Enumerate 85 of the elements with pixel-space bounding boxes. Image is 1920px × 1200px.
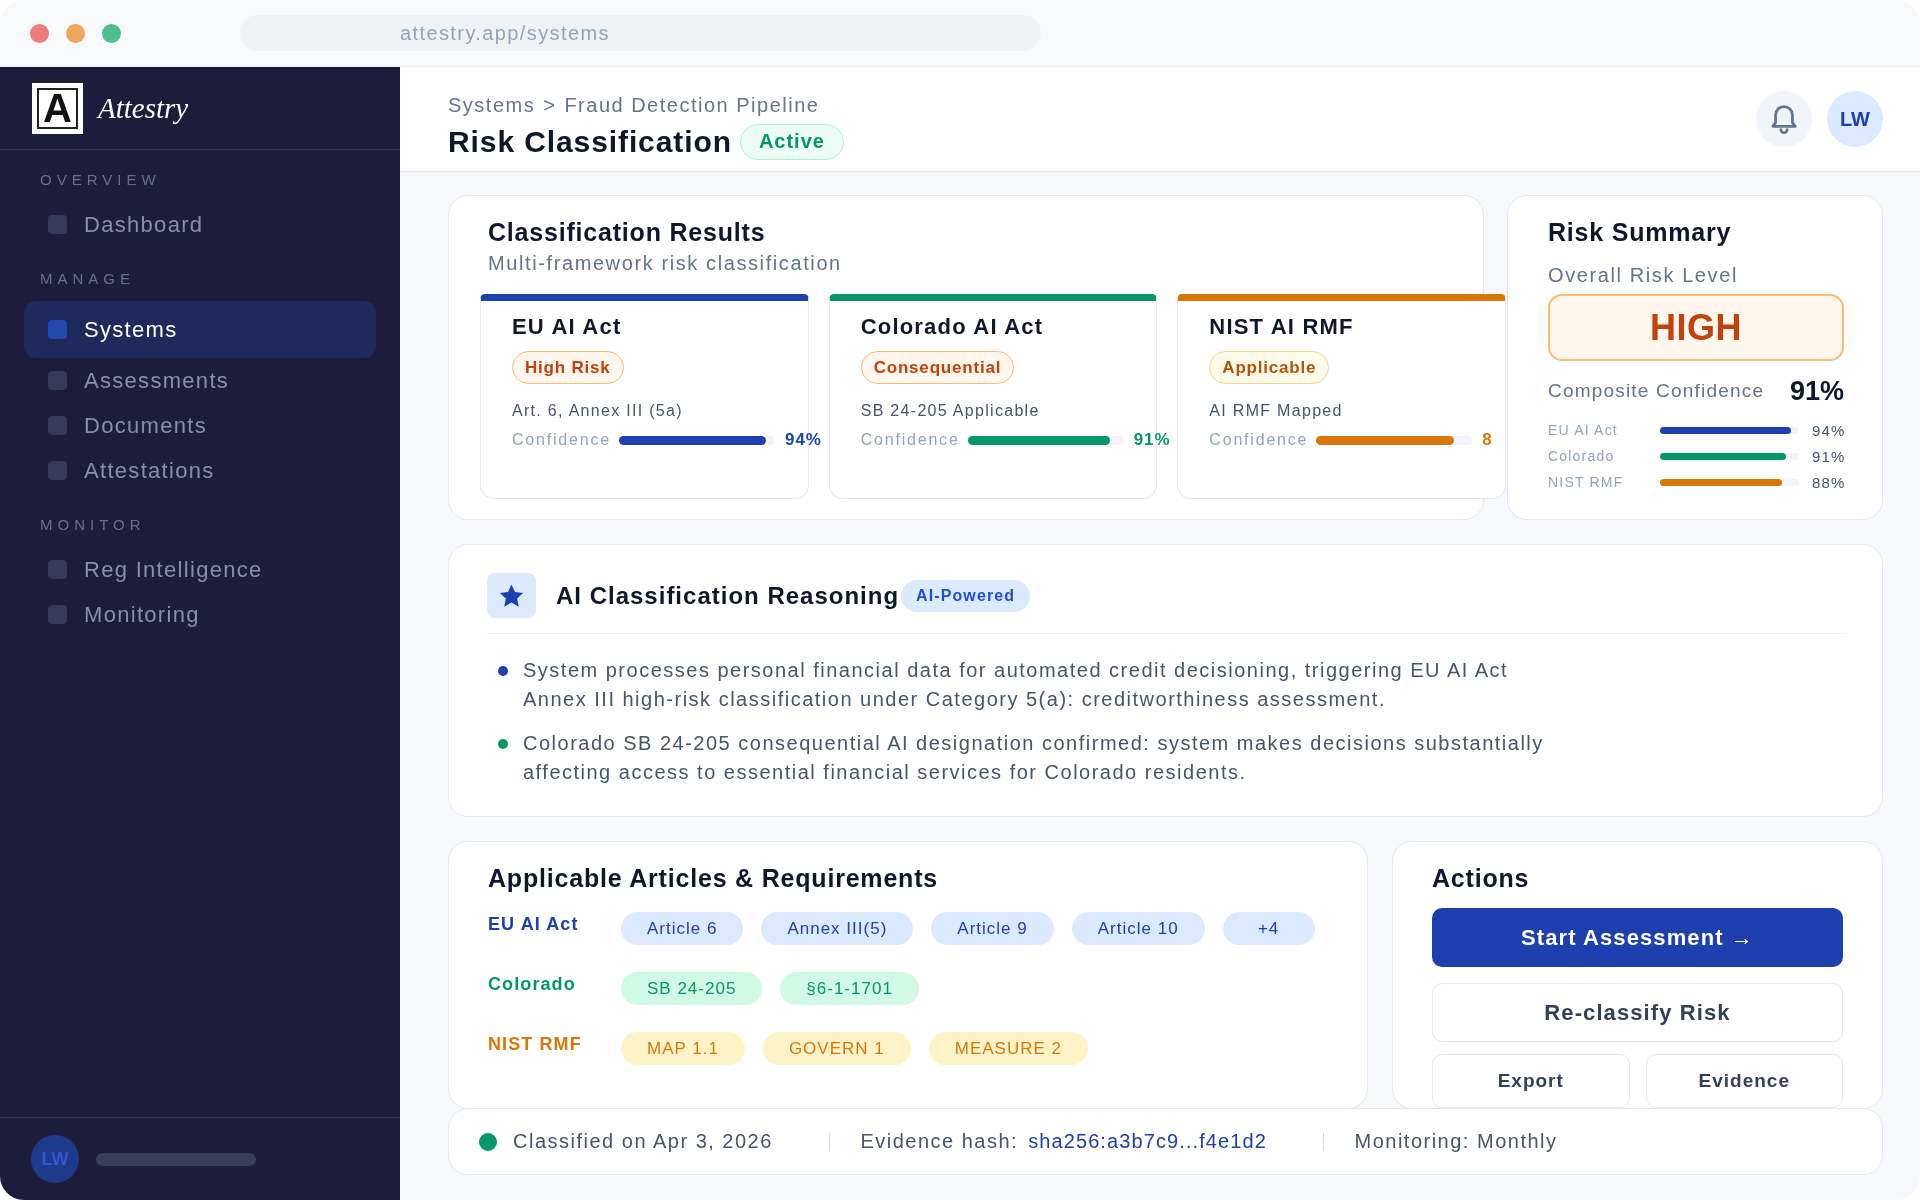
framework-label: EU AI Act — [1548, 422, 1619, 438]
monitoring-frequency: Monitoring: Monthly — [1354, 1130, 1558, 1153]
confidence-reading: 94% — [784, 430, 822, 450]
card-title: Applicable Articles & Requirements — [488, 863, 939, 893]
square-icon — [48, 320, 67, 339]
article-tag[interactable]: Article 10 — [1071, 912, 1205, 945]
confidence-reading: 91% — [1812, 447, 1846, 465]
user-avatar[interactable]: LW — [1827, 91, 1883, 147]
breadcrumb-current: Fraud Detection Pipeline — [564, 92, 820, 117]
section-label: OVERVIEW — [39, 170, 162, 190]
framework-label: NIST RMF — [1548, 474, 1625, 490]
notifications-button[interactable] — [1756, 91, 1812, 147]
article-tag[interactable]: MAP 1.1 — [621, 1032, 745, 1065]
card-subtitle: Multi-framework risk classification — [488, 251, 843, 276]
nav-item[interactable]: Dashboard — [24, 202, 376, 247]
action-button[interactable]: Evidence — [1645, 1054, 1843, 1108]
square-icon — [48, 461, 67, 480]
framework-name: EU AI Act — [512, 313, 622, 341]
framework-detail: SB 24-205 Applicable — [860, 401, 1040, 421]
breadcrumb-link[interactable]: Systems — [448, 92, 536, 117]
composite-label: Composite Confidence — [1548, 380, 1765, 402]
section-label: MONITOR — [39, 515, 147, 535]
confidence-label: Confidence — [860, 431, 960, 449]
framework-detail: Art. 6, Annex III (5a) — [512, 401, 683, 421]
minimize-button[interactable] — [66, 23, 85, 43]
nav-item[interactable]: Reg Intelligence — [24, 547, 376, 592]
article-tag[interactable]: +4 — [1222, 912, 1315, 945]
page-title: Risk Classification — [448, 123, 732, 160]
start-assessment-button[interactable]: Start Assessment → — [1432, 908, 1843, 967]
framework-name: NIST AI RMF — [1209, 313, 1354, 341]
nav-item[interactable]: Documents — [24, 403, 376, 448]
risk-level-badge: HIGH — [1548, 294, 1844, 361]
status-badge: Active — [739, 123, 844, 160]
composite-value: 91% — [1789, 375, 1844, 407]
square-icon — [48, 416, 67, 435]
card-title: AI Classification Reasoning — [556, 580, 900, 611]
risk-badge: High Risk — [512, 351, 624, 384]
framework-label: EU AI Act — [488, 913, 580, 936]
article-tag[interactable]: Article 6 — [621, 912, 744, 945]
article-tag[interactable]: MEASURE 2 — [928, 1032, 1088, 1065]
square-icon — [48, 215, 67, 234]
article-tag[interactable]: Article 9 — [931, 912, 1054, 945]
hash-link[interactable]: sha256:a3b7c9...f4e1d2 — [1028, 1130, 1267, 1153]
action-button[interactable]: Export — [1432, 1054, 1630, 1108]
reclassify-button[interactable]: Re-classify Risk — [1432, 983, 1843, 1042]
risk-badge: Applicable — [1209, 351, 1330, 384]
article-tag[interactable]: SB 24-205 — [621, 972, 763, 1005]
hash-label: Evidence hash: — [860, 1130, 1019, 1153]
framework-detail: AI RMF Mapped — [1209, 401, 1343, 421]
ai-badge: AI-Powered — [901, 579, 1031, 612]
brand-name: Attestry — [98, 91, 189, 125]
confidence-reading: 88% — [1812, 473, 1846, 491]
overall-risk-label: Overall Risk Level — [1548, 263, 1739, 287]
square-icon — [48, 605, 67, 624]
logo-mark: A — [32, 82, 83, 134]
article-tag[interactable]: §6-1-1701 — [780, 972, 919, 1005]
close-button[interactable] — [30, 23, 49, 43]
reasoning-text: System processes personal financial data for automated credit decisioning, triggering EU AI Act Annex III high-risk classification under Category 5(a): creditworthiness assessment. — [523, 658, 1510, 712]
framework-label: NIST RMF — [488, 1033, 583, 1056]
confidence-label: Confidence — [1209, 431, 1309, 449]
square-icon — [48, 560, 67, 579]
maximize-button[interactable] — [102, 23, 121, 43]
confidence-reading: 94% — [1812, 421, 1846, 439]
confidence-label: Confidence — [512, 431, 611, 449]
confidence-reading: 8 — [1482, 430, 1493, 450]
article-tag[interactable]: GOVERN 1 — [762, 1032, 911, 1065]
square-icon — [48, 371, 67, 390]
section-label: MANAGE — [39, 269, 136, 289]
article-tag[interactable]: Annex III(5) — [761, 912, 914, 945]
bell-icon — [1771, 104, 1797, 134]
nav-item[interactable]: Attestations — [24, 448, 376, 493]
nav-item[interactable]: Monitoring — [24, 592, 376, 637]
framework-name: Colorado AI Act — [860, 313, 1044, 341]
card-title: Risk Summary — [1548, 217, 1733, 247]
card-title: Classification Results — [488, 217, 767, 247]
reasoning-text: Colorado SB 24-205 consequential AI designation confirmed: system makes decisions substantially affecting access to essential financial services for Colorado residents. — [523, 731, 1545, 785]
risk-badge: Consequential — [860, 351, 1015, 384]
breadcrumb-separator: > — [543, 92, 557, 117]
nav-item[interactable]: Systems — [24, 301, 376, 358]
classified-date: Classified on Apr 3, 2026 — [513, 1130, 773, 1153]
framework-label: Colorado — [1548, 448, 1616, 464]
nav-item[interactable]: Assessments — [24, 358, 376, 403]
card-title: Actions — [1432, 863, 1531, 893]
framework-label: Colorado — [488, 973, 577, 996]
confidence-reading: 91% — [1133, 430, 1171, 450]
